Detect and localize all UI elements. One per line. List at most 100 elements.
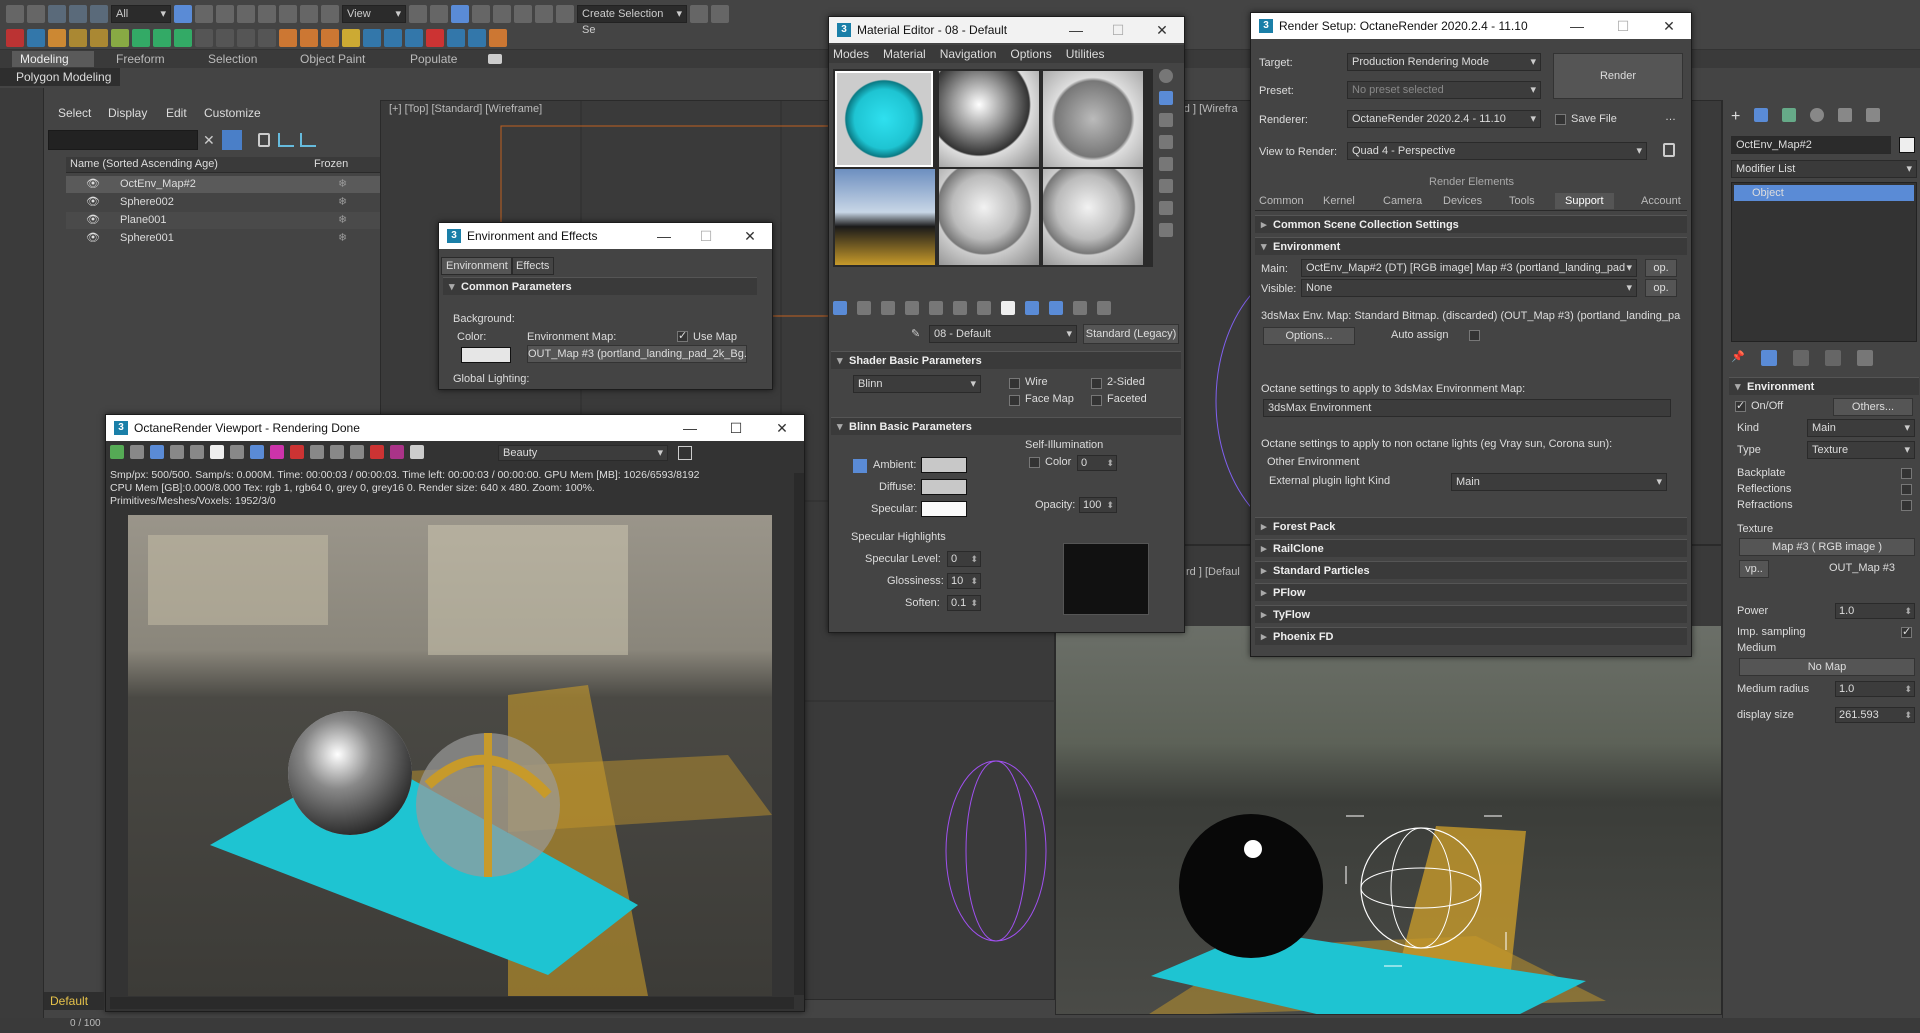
focus-picker-icon[interactable] (250, 445, 264, 459)
bind-icon[interactable] (90, 5, 108, 23)
self-illum-color-checkbox[interactable] (1029, 457, 1040, 468)
utilities-tab-icon[interactable] (1866, 108, 1881, 122)
obj-picker-icon[interactable] (290, 445, 304, 459)
vdb-icon[interactable] (468, 29, 486, 47)
show-end-result-icon[interactable] (1049, 301, 1063, 315)
tab-environment[interactable]: Environment (441, 257, 513, 275)
pause-icon[interactable] (216, 29, 234, 47)
render-pass-dropdown[interactable]: Beauty (498, 445, 668, 461)
unique-mat-icon[interactable] (953, 301, 967, 315)
remove-mod-icon[interactable] (1824, 350, 1841, 366)
power-spinner[interactable]: 1.0 (1835, 603, 1915, 619)
tab-modeling[interactable]: Modeling (12, 51, 94, 67)
maximize-icon[interactable]: ☐ (684, 223, 728, 249)
texture-map-button[interactable]: Map #3 ( RGB image ) (1739, 538, 1915, 556)
octane-icon[interactable] (111, 29, 129, 47)
red-cube-icon[interactable] (6, 29, 24, 47)
view-to-render-dropdown[interactable]: Quad 4 - Perspective (1347, 142, 1647, 160)
scene-row[interactable]: 👁 Sphere002 ❄ (66, 194, 380, 211)
display-tab-icon[interactable] (1838, 108, 1853, 122)
modifier-stack-object[interactable]: Object (1734, 185, 1914, 201)
wb-icon[interactable] (310, 445, 324, 459)
visible-op-button[interactable]: op. (1645, 279, 1677, 297)
region-icon[interactable] (150, 445, 164, 459)
undo-icon[interactable] (6, 5, 24, 23)
shader-params-rollout[interactable]: Shader Basic Parameters (831, 351, 1181, 370)
medium-nomap-button[interactable]: No Map (1739, 658, 1915, 676)
configure-icon[interactable] (1856, 350, 1873, 366)
selection-filter-dropdown[interactable]: All ▾ (111, 5, 171, 23)
auto-assign-checkbox[interactable] (1469, 330, 1480, 341)
scene-icon[interactable] (90, 29, 108, 47)
create-tab-icon[interactable]: + (1731, 108, 1740, 130)
options-icon[interactable] (1159, 201, 1173, 215)
wire-checkbox[interactable] (1009, 378, 1020, 389)
move-icon[interactable] (258, 5, 276, 23)
rollout-railclone[interactable]: RailClone (1255, 539, 1687, 558)
imp-sampling-checkbox[interactable] (1901, 625, 1912, 638)
render-button[interactable]: Render (1553, 53, 1683, 99)
placement-icon[interactable] (321, 5, 339, 23)
object-color-swatch[interactable] (1899, 137, 1915, 153)
timeline[interactable]: 0 / 100 (0, 1018, 1920, 1033)
put-to-scene-icon[interactable] (857, 301, 871, 315)
red-ball-icon[interactable] (426, 29, 444, 47)
get-material-icon[interactable] (833, 301, 847, 315)
light-icon[interactable] (342, 29, 360, 47)
modifier-list-dropdown[interactable]: Modifier List (1731, 160, 1917, 178)
vp-button[interactable]: vp.. (1739, 560, 1769, 578)
modify-tab-icon[interactable] (1754, 108, 1769, 122)
save-file-checkbox[interactable] (1555, 114, 1566, 125)
filter-icon[interactable] (222, 130, 242, 150)
close-icon[interactable]: ✕ (1647, 13, 1691, 39)
hierarchy-tab-icon[interactable] (1782, 108, 1797, 122)
close-icon[interactable]: ✕ (728, 223, 772, 249)
pause-render-icon[interactable] (210, 445, 224, 459)
pass-options-icon[interactable] (678, 446, 692, 460)
menu-material[interactable]: Material (883, 45, 926, 63)
lock-ambient-icon[interactable] (853, 459, 867, 473)
spec-level-spinner[interactable]: 0 (947, 551, 981, 567)
env-map-button[interactable]: OUT_Map #3 (portland_landing_pad_2k_Bg.j (527, 345, 747, 363)
type-dropdown[interactable]: Texture (1807, 441, 1915, 459)
target-dropdown[interactable]: Production Rendering Mode (1347, 53, 1541, 71)
visibility-icon[interactable]: 👁 (86, 212, 100, 229)
main-op-button[interactable]: op. (1645, 259, 1677, 277)
specular-swatch[interactable] (921, 501, 967, 517)
select-manipulate-icon[interactable] (430, 5, 448, 23)
tab-camera[interactable]: Camera (1383, 195, 1422, 207)
scene-row[interactable]: 👁 Plane001 ❄ (66, 212, 380, 229)
backlight-icon[interactable] (1159, 91, 1173, 105)
lock-icon[interactable] (258, 133, 270, 147)
close-icon[interactable]: ✕ (1140, 17, 1184, 43)
menu-modes[interactable]: Modes (833, 45, 869, 63)
tab-support[interactable]: Support (1555, 193, 1614, 209)
pivot-icon[interactable] (409, 5, 427, 23)
frozen-icon[interactable]: ❄ (338, 230, 347, 247)
hierarchy2-icon[interactable] (300, 133, 316, 147)
rollout-tyflow[interactable]: TyFlow (1255, 605, 1687, 624)
visible-env-dropdown[interactable]: None (1301, 279, 1637, 297)
settings-icon[interactable] (410, 445, 424, 459)
ext-plugin-dropdown[interactable]: Main (1451, 473, 1667, 491)
menu-navigation[interactable]: Navigation (940, 45, 997, 63)
tab-object-paint[interactable]: Object Paint (292, 51, 373, 67)
blinn-params-rollout[interactable]: Blinn Basic Parameters (831, 417, 1181, 436)
put-library-icon[interactable] (977, 301, 991, 315)
menu-select[interactable]: Select (58, 106, 91, 120)
diffuse-swatch[interactable] (921, 479, 967, 495)
kind-dropdown[interactable]: Main (1807, 419, 1915, 437)
maximize-icon[interactable]: ☐ (1096, 17, 1140, 43)
select-icon[interactable] (174, 5, 192, 23)
align-icon[interactable] (711, 5, 729, 23)
ref-coord-dropdown[interactable]: View ▾ (342, 5, 406, 23)
others-button[interactable]: Others... (1833, 398, 1913, 416)
blue-cube-icon[interactable] (27, 29, 45, 47)
sample-slot-gray2[interactable] (1043, 169, 1143, 265)
tab-common[interactable]: Common (1259, 195, 1304, 207)
rollout-phoenix-fd[interactable]: Phoenix FD (1255, 627, 1687, 646)
angle-snap-icon[interactable] (493, 5, 511, 23)
options-button[interactable]: Options... (1263, 327, 1355, 345)
shader-type-dropdown[interactable]: Blinn (853, 375, 981, 393)
tab-populate[interactable]: Populate (402, 51, 465, 67)
